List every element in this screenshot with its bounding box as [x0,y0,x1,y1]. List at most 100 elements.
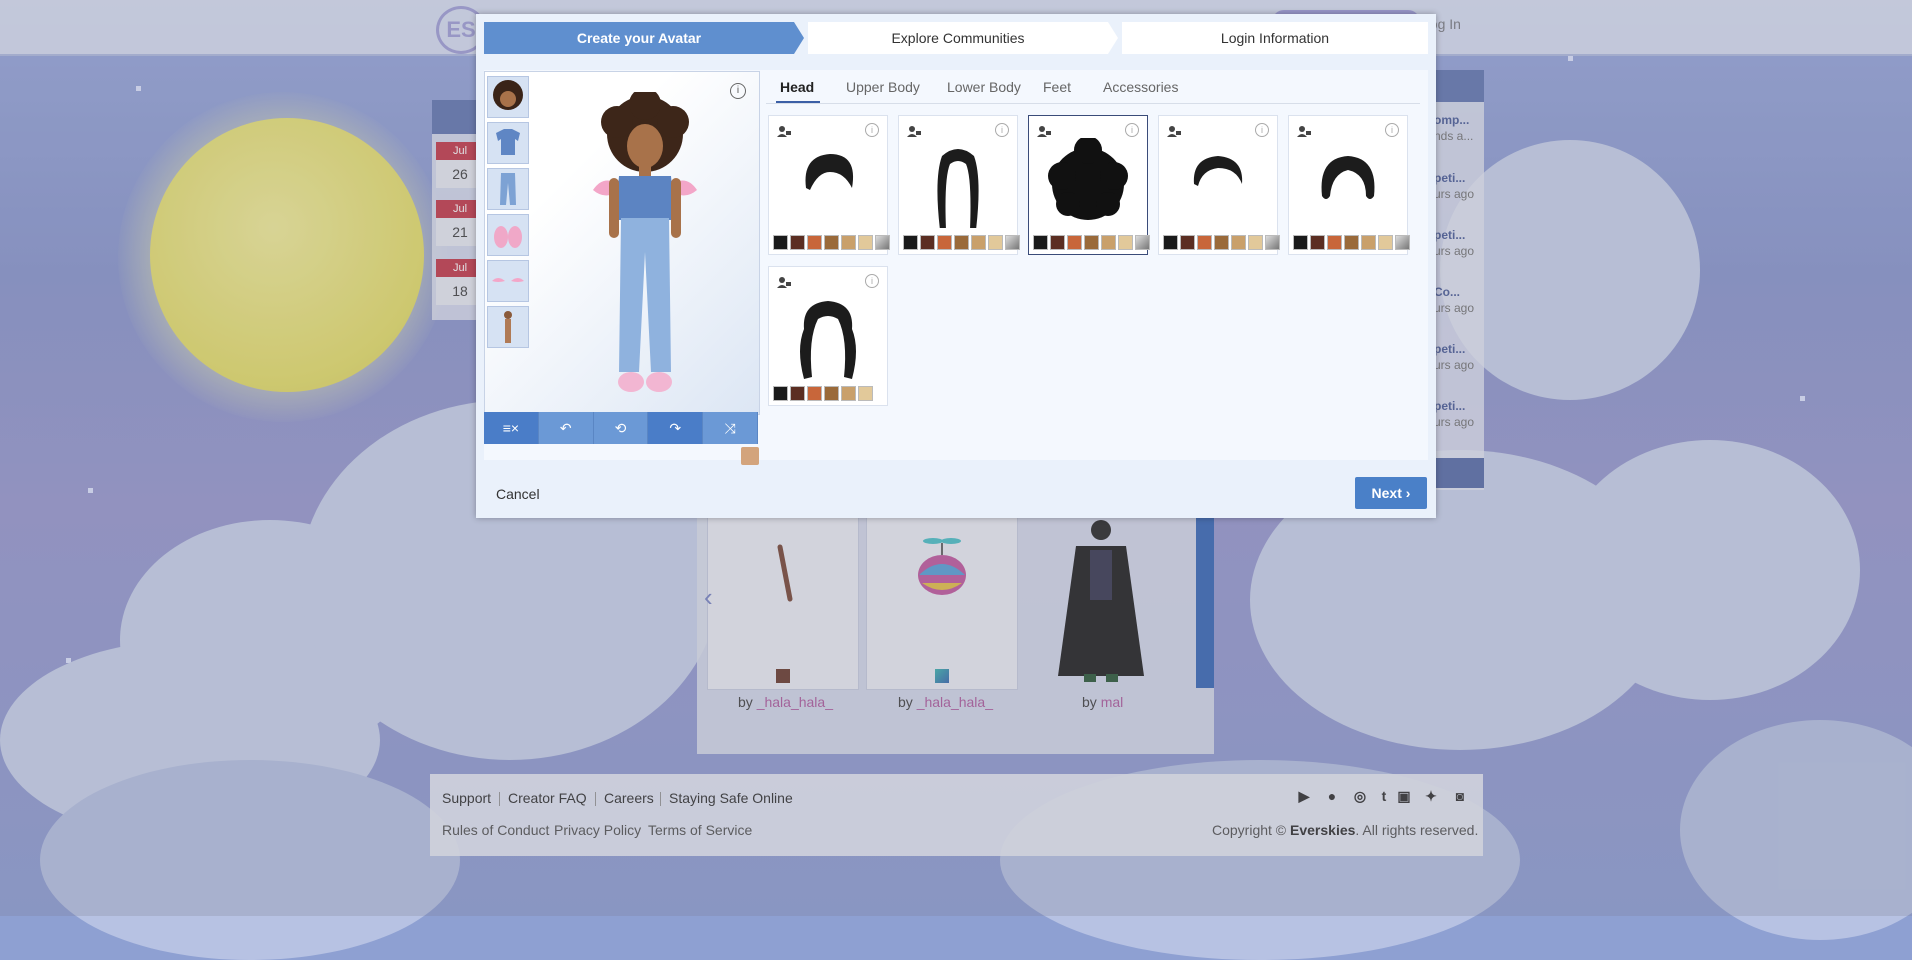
tab-accessories[interactable]: Accessories [1103,79,1178,95]
next-button-label: Next [1371,485,1402,501]
color-swatch[interactable] [1118,235,1133,250]
color-swatch[interactable] [858,386,873,401]
cancel-button[interactable]: Cancel [496,486,540,502]
next-button[interactable]: Next › [1355,477,1427,509]
step-arrow [794,22,804,54]
bob-hair-icon [1321,156,1375,199]
tab-upper-body[interactable]: Upper Body [846,79,920,95]
tshirt-icon [496,129,520,155]
color-swatch[interactable] [971,235,986,250]
chevron-right-icon: › [1405,485,1411,501]
slot-hair-thumbnail[interactable] [487,76,529,118]
hair-color-swatches [773,386,873,401]
info-icon[interactable]: i [1125,123,1139,137]
info-icon[interactable]: i [730,83,746,99]
color-swatch[interactable] [790,235,805,250]
avatar-preview: i [484,71,760,465]
color-swatch[interactable] [824,386,839,401]
color-swatch[interactable] [988,235,1003,250]
create-avatar-modal: Create your Avatar Explore Communities L… [476,14,1436,518]
color-swatch[interactable] [1310,235,1325,250]
person-lock-icon [777,275,791,288]
info-icon[interactable]: i [1385,123,1399,137]
hair-option-card[interactable]: i [1288,115,1410,255]
tab-head[interactable]: Head [780,79,814,95]
wings-icon [492,278,524,282]
info-icon[interactable]: i [865,274,879,288]
color-swatch[interactable] [1101,235,1116,250]
color-swatch[interactable] [1084,235,1099,250]
color-swatch[interactable] [841,386,856,401]
redo-icon: ↷ [669,419,682,436]
color-swatch[interactable] [954,235,969,250]
slot-shoes-thumbnail[interactable] [487,214,529,256]
person-lock-icon [777,124,791,137]
hair-color-swatches [773,235,890,250]
info-icon[interactable]: i [1255,123,1269,137]
color-swatch[interactable] [1050,235,1065,250]
tab-lower-body[interactable]: Lower Body [947,79,1021,95]
slot-top-thumbnail[interactable] [487,122,529,164]
color-swatch[interactable] [1231,235,1246,250]
color-swatch[interactable] [1344,235,1359,250]
color-swatch[interactable] [1197,235,1212,250]
category-tabs: Head Upper Body Lower Body Feet Accessor… [766,71,1420,104]
color-swatch[interactable] [1005,235,1020,250]
slot-body-thumbnail[interactable] [487,306,529,348]
hair-option-card[interactable]: i [768,266,888,406]
color-swatch[interactable] [858,235,873,250]
hair-option-card[interactable]: i [768,115,890,255]
color-swatch[interactable] [773,235,788,250]
hair-option-card[interactable]: i [1158,115,1280,255]
color-swatch[interactable] [875,235,890,250]
undo-all-button[interactable]: ⟲ [593,412,649,444]
tab-feet[interactable]: Feet [1043,79,1071,95]
step-arrow [1108,22,1118,54]
color-swatch[interactable] [1067,235,1082,250]
color-swatch[interactable] [1135,235,1150,250]
jeans-icon [500,173,516,205]
color-swatch[interactable] [1248,235,1263,250]
redo-button[interactable]: ↷ [648,412,704,444]
info-icon[interactable]: i [995,123,1009,137]
color-swatch[interactable] [1033,235,1048,250]
hair-option-card-selected[interactable]: i [1028,115,1150,255]
person-lock-icon [907,124,921,137]
color-swatch[interactable] [773,386,788,401]
randomize-button[interactable]: ⤨ [703,412,758,444]
undo-button[interactable]: ↶ [538,412,594,444]
color-swatch[interactable] [1378,235,1393,250]
color-swatch[interactable] [807,386,822,401]
color-swatch[interactable] [1395,235,1410,250]
hair-option-card[interactable]: i [898,115,1020,255]
color-swatch[interactable] [1293,235,1308,250]
color-swatch[interactable] [1327,235,1342,250]
color-swatch[interactable] [807,235,822,250]
color-swatch[interactable] [920,235,935,250]
color-swatch[interactable] [790,386,805,401]
shoes-icon [494,226,522,248]
color-swatch[interactable] [1180,235,1195,250]
person-lock-icon [1167,124,1181,137]
slot-jeans-thumbnail[interactable] [487,168,529,210]
hair-icon [493,80,523,110]
slot-wings-thumbnail[interactable] [487,260,529,302]
color-swatch[interactable] [1265,235,1280,250]
color-swatch[interactable] [824,235,839,250]
hair-color-swatches [1293,235,1410,250]
avatar-toolbar: ≡× ↶ ⟲ ↷ ⤨ [484,412,758,444]
color-swatch[interactable] [841,235,856,250]
info-icon[interactable]: i [865,123,879,137]
color-swatch[interactable] [903,235,918,250]
clear-all-button[interactable]: ≡× [484,412,539,444]
color-swatch[interactable] [1163,235,1178,250]
skin-tone-swatch[interactable] [741,447,759,465]
long-straight-hair-icon [937,149,979,228]
undo-all-icon: ⟲ [614,419,627,436]
color-swatch[interactable] [937,235,952,250]
color-swatch[interactable] [1214,235,1229,250]
person-lock-icon [1037,124,1051,137]
color-swatch[interactable] [1361,235,1376,250]
undo-icon: ↶ [559,419,572,436]
person-lock-icon [1297,124,1311,137]
